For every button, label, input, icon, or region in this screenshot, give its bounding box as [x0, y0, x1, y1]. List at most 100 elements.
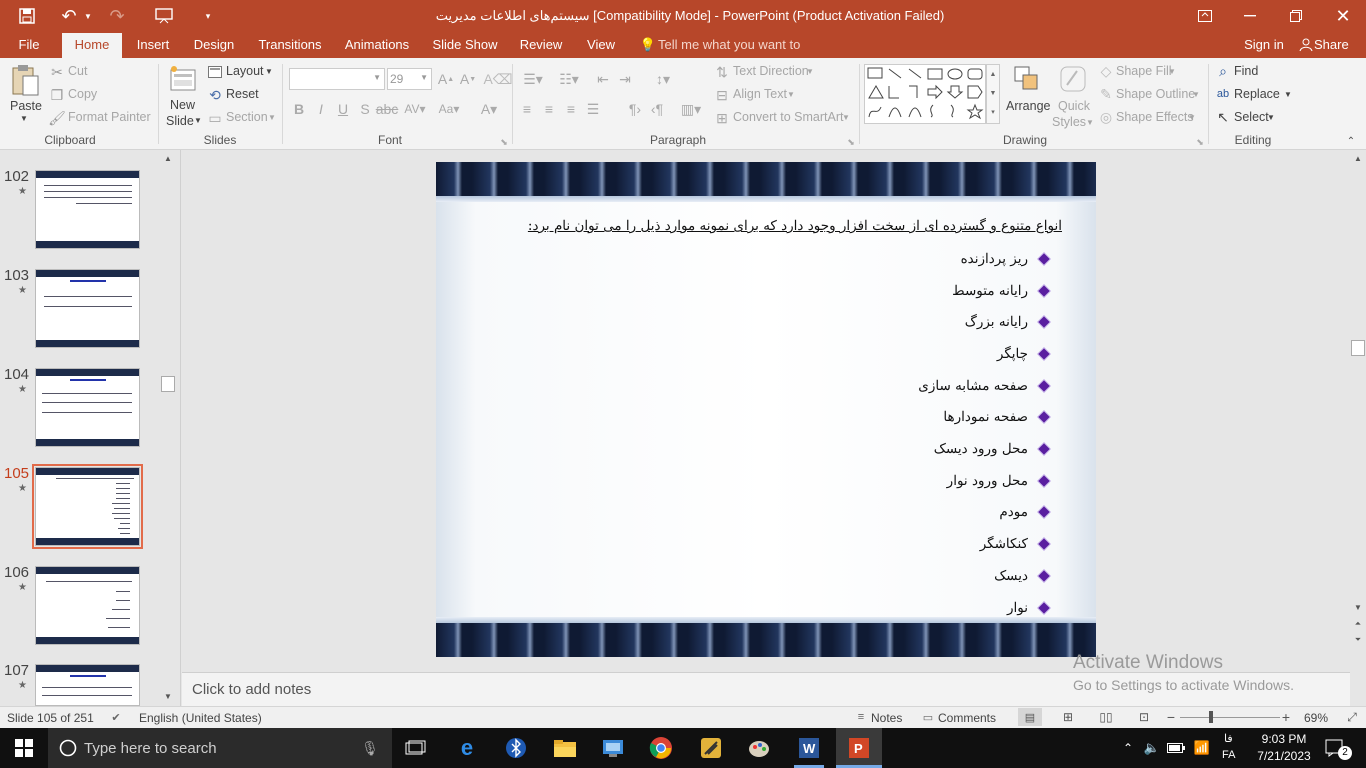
bold-icon[interactable]: B	[290, 100, 308, 118]
shape-outline-button[interactable]: Shape Outline	[1116, 87, 1195, 101]
save-icon[interactable]	[16, 6, 38, 26]
slide-thumbnail[interactable]	[35, 368, 140, 447]
tell-me-box[interactable]: Tell me what you want to do...	[658, 33, 828, 76]
character-spacing-icon[interactable]: AV▾	[402, 100, 428, 118]
customize-toolbar-icon[interactable]: ▾	[200, 6, 216, 26]
numbering-icon[interactable]: ☷▾	[556, 70, 582, 88]
convert-smartart-button[interactable]: Convert to SmartArt	[733, 110, 843, 124]
restore-icon[interactable]	[1284, 6, 1308, 26]
select-dropdown-icon[interactable]: ▼	[1267, 113, 1275, 122]
smartart-dropdown-icon[interactable]: ▼	[842, 113, 850, 122]
scroll-down-icon[interactable]: ▼	[1352, 601, 1364, 613]
align-center-icon[interactable]: ≡	[540, 100, 558, 118]
line-spacing-icon[interactable]: ↕▾	[650, 70, 676, 88]
shape-effects-dropdown-icon[interactable]: ▼	[1188, 113, 1196, 122]
zoom-in-icon[interactable]: +	[1279, 708, 1293, 726]
slide-thumbnail[interactable]	[35, 566, 140, 645]
tab-file[interactable]: File	[8, 33, 50, 58]
reading-view-icon[interactable]: ▯▯	[1096, 708, 1116, 726]
strikethrough-icon[interactable]: abc	[376, 100, 399, 118]
scroll-up-icon[interactable]: ▲	[162, 152, 174, 164]
find-button[interactable]: Find	[1234, 64, 1258, 78]
font-name-box[interactable]: ▼	[289, 68, 385, 90]
next-slide-icon[interactable]: ⏷	[1352, 634, 1364, 646]
paste-icon[interactable]	[8, 62, 42, 98]
new-slide-icon[interactable]	[166, 62, 200, 96]
new-slide-button-line1[interactable]: New	[170, 98, 195, 112]
control-panel-icon[interactable]	[598, 734, 628, 762]
arrange-button[interactable]: Arrange	[1006, 99, 1050, 113]
tab-transitions[interactable]: Transitions	[254, 33, 326, 58]
text-shadow-icon[interactable]: S	[356, 100, 374, 118]
microphone-icon[interactable]: 🎙	[361, 738, 379, 758]
section-dropdown-icon[interactable]: ▼	[268, 113, 276, 122]
language-indicator[interactable]: English (United States)	[139, 711, 262, 725]
collapse-ribbon-icon[interactable]: ⌃	[1344, 134, 1358, 148]
slide-thumbnail[interactable]	[35, 170, 140, 249]
tab-slideshow[interactable]: Slide Show	[430, 33, 500, 58]
align-text-dropdown-icon[interactable]: ▼	[787, 90, 795, 99]
powerpoint-taskbar-button[interactable]: P	[836, 728, 882, 768]
bullet-item[interactable]: صفحه نمودارها	[943, 407, 1050, 427]
layout-dropdown-icon[interactable]: ▼	[265, 67, 273, 76]
decrease-indent-icon[interactable]: ⇤	[594, 70, 612, 88]
shapes-gallery[interactable]	[864, 64, 986, 124]
slide-thumbnail[interactable]	[35, 664, 140, 706]
input-language-code[interactable]: FA	[1222, 749, 1235, 761]
scroll-thumb[interactable]	[1351, 340, 1365, 356]
shapes-gallery-scrollbar[interactable]: ▲ ▼ ▾	[986, 64, 1000, 124]
slide-heading[interactable]: انواع متنوع و گسترده ای از سخت افزار وجو…	[528, 218, 1062, 234]
dialog-launcher-icon[interactable]: ⬊	[1194, 136, 1206, 148]
font-color-icon[interactable]: A▾	[476, 100, 502, 118]
align-text-button[interactable]: Align Text	[733, 87, 787, 101]
notes-placeholder[interactable]: Click to add notes	[192, 681, 311, 698]
share-button[interactable]: Share	[1314, 33, 1354, 58]
bullet-item[interactable]: محل ورود دیسک	[934, 439, 1050, 459]
windows-start-icon[interactable]	[10, 736, 38, 760]
underline-icon[interactable]: U	[334, 100, 352, 118]
normal-view-icon[interactable]: ▤	[1018, 708, 1042, 726]
shape-outline-dropdown-icon[interactable]: ▼	[1192, 90, 1200, 99]
select-button[interactable]: Select	[1234, 110, 1269, 124]
italic-icon[interactable]: I	[312, 100, 330, 118]
thumbnail-scrollbar[interactable]: ▲ ▼	[160, 150, 176, 706]
quick-styles-dropdown-icon[interactable]: ▼	[1086, 118, 1094, 127]
tab-animations[interactable]: Animations	[340, 33, 414, 58]
slideshow-view-icon[interactable]: ⊡	[1134, 708, 1154, 726]
dialog-launcher-icon[interactable]: ⬊	[845, 136, 857, 148]
rtl-direction-icon[interactable]: ‹¶	[648, 100, 666, 118]
bullet-item[interactable]: ریز پردازنده	[961, 249, 1050, 269]
scroll-down-icon[interactable]: ▼	[162, 690, 174, 702]
app-icon[interactable]	[696, 734, 726, 762]
bullet-item[interactable]: مودم	[999, 502, 1050, 522]
zoom-slider-thumb[interactable]	[1209, 711, 1213, 723]
text-direction-dropdown-icon[interactable]: ▼	[806, 67, 814, 76]
quick-styles-button-line2[interactable]: Styles	[1052, 115, 1086, 129]
start-slideshow-icon[interactable]	[152, 6, 176, 26]
notes-button[interactable]: Notes	[871, 711, 902, 725]
tab-design[interactable]: Design	[190, 33, 238, 58]
bluetooth-icon[interactable]	[502, 734, 530, 762]
volume-icon[interactable]: 🔈	[1142, 738, 1162, 758]
change-case-icon[interactable]: Aa▾	[436, 100, 462, 118]
bullet-item[interactable]: کنکاشگر	[980, 534, 1050, 554]
show-hidden-icons-icon[interactable]: ⌃	[1120, 738, 1136, 758]
comments-button[interactable]: Comments	[938, 711, 996, 725]
close-icon[interactable]: ✕	[1330, 6, 1356, 26]
scroll-thumb[interactable]	[161, 376, 175, 392]
fit-to-window-icon[interactable]: ⤢	[1344, 708, 1360, 726]
cut-button[interactable]: Cut	[68, 64, 87, 78]
slide-scrollbar[interactable]: ▲ ▼ ⏶ ⏷	[1350, 150, 1366, 650]
new-slide-dropdown-icon[interactable]: ▼	[194, 116, 202, 125]
align-left-icon[interactable]: ≡	[518, 100, 536, 118]
scroll-up-icon[interactable]: ▲	[1352, 152, 1364, 164]
tab-view[interactable]: View	[580, 33, 622, 58]
section-button[interactable]: Section	[226, 110, 268, 124]
shape-fill-button[interactable]: Shape Fill	[1116, 64, 1172, 78]
paint-icon[interactable]	[744, 734, 774, 762]
word-icon[interactable]: W	[794, 734, 824, 762]
paste-button[interactable]: Paste	[10, 99, 42, 113]
dialog-launcher-icon[interactable]: ⬊	[498, 136, 510, 148]
reset-button[interactable]: Reset	[226, 87, 259, 101]
previous-slide-icon[interactable]: ⏶	[1352, 618, 1364, 630]
